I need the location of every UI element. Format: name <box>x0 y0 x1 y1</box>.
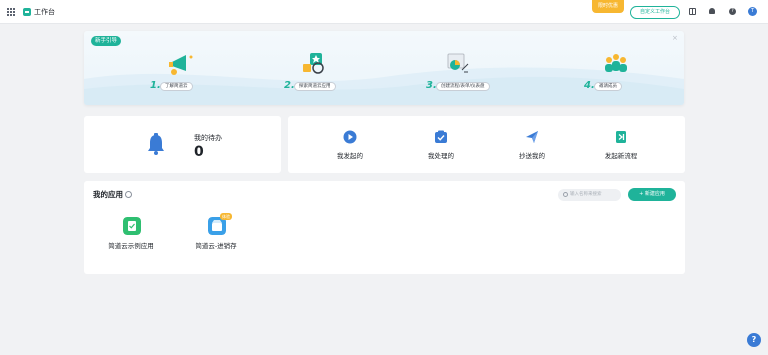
top-bar: 工作台 限时优惠 自定义工作台 ? T <box>0 0 768 24</box>
megaphone-icon <box>169 55 193 75</box>
bell-icon[interactable] <box>709 8 715 14</box>
todo-label: 我的待办 <box>194 134 222 142</box>
guide-step-label: 探索简道云应用 <box>294 82 336 91</box>
gear-icon[interactable] <box>125 191 132 198</box>
todo-count: 0 <box>194 144 204 160</box>
bell-icon <box>148 133 164 155</box>
guide-tag: 新手引导 <box>91 36 122 46</box>
flow-label: 发起新流程 <box>604 152 638 160</box>
trial-badge: 体验 <box>220 213 232 220</box>
help-button[interactable]: ? <box>747 333 761 347</box>
apps-grid-icon[interactable] <box>7 8 15 16</box>
flow-label: 我发起的 <box>337 152 363 160</box>
app-name: 简道云-进销存 <box>195 242 237 250</box>
create-flow-icon <box>447 53 469 73</box>
flow-handled[interactable]: 我处理的 <box>411 128 471 168</box>
explore-apps-icon <box>303 53 324 74</box>
flow-new[interactable]: 发起新流程 <box>591 128 651 168</box>
flow-label: 抄送我的 <box>519 152 545 160</box>
guide-step-label: 邀请成员 <box>594 82 622 91</box>
app-tile[interactable]: 体验 简道云-进销存 <box>181 213 251 255</box>
new-flow-icon <box>616 131 626 143</box>
guide-step-3[interactable]: 3. 创建流程/表单/仪表盘 <box>426 48 506 98</box>
app-search-input[interactable]: 输入名称来搜索 <box>558 189 621 201</box>
search-icon <box>563 192 568 197</box>
new-app-button[interactable]: + 新建应用 <box>628 188 676 201</box>
app-title: 工作台 <box>34 8 55 16</box>
section-title: 我的应用 <box>93 190 123 199</box>
help-icon[interactable]: ? <box>729 8 736 15</box>
guide-step-4[interactable]: 4. 邀请成员 <box>584 48 664 98</box>
workbench-logo-icon <box>23 8 31 16</box>
send-icon <box>526 131 538 143</box>
invite-members-icon <box>605 54 627 72</box>
app-name: 简道云示例应用 <box>108 242 154 250</box>
flow-cc[interactable]: 抄送我的 <box>502 128 562 168</box>
play-icon <box>343 130 357 144</box>
check-box-icon <box>435 130 447 143</box>
todo-card[interactable]: 我的待办 0 <box>84 116 281 173</box>
flow-card: 我发起的 我处理的 抄送我的 发起新流程 <box>288 116 685 173</box>
guide-step-2[interactable]: 2. 探索简道云应用 <box>284 48 364 98</box>
sample-app-icon <box>123 217 141 235</box>
guide-step-label: 了解简道云 <box>160 82 193 91</box>
app-tile[interactable]: 简道云示例应用 <box>96 215 166 255</box>
onboarding-guide: 新手引导 × 1. 了解简道云 2. 探索简道云应用 3. 创建流程/表单/仪表… <box>84 31 684 105</box>
book-icon[interactable] <box>689 8 696 15</box>
promo-tag[interactable]: 限时优惠 <box>592 0 624 13</box>
customize-workbench-button[interactable]: 自定义工作台 <box>630 6 680 19</box>
guide-step-1[interactable]: 1. 了解简道云 <box>150 48 230 98</box>
flow-initiated[interactable]: 我发起的 <box>320 128 380 168</box>
close-icon[interactable]: × <box>672 34 678 42</box>
guide-step-label: 创建流程/表单/仪表盘 <box>436 82 490 91</box>
avatar[interactable]: T <box>748 7 757 16</box>
flow-label: 我处理的 <box>428 152 454 160</box>
search-placeholder: 输入名称来搜索 <box>570 192 602 197</box>
my-apps-section: 我的应用 输入名称来搜索 + 新建应用 简道云示例应用 体验 简道云-进销存 <box>84 181 685 274</box>
